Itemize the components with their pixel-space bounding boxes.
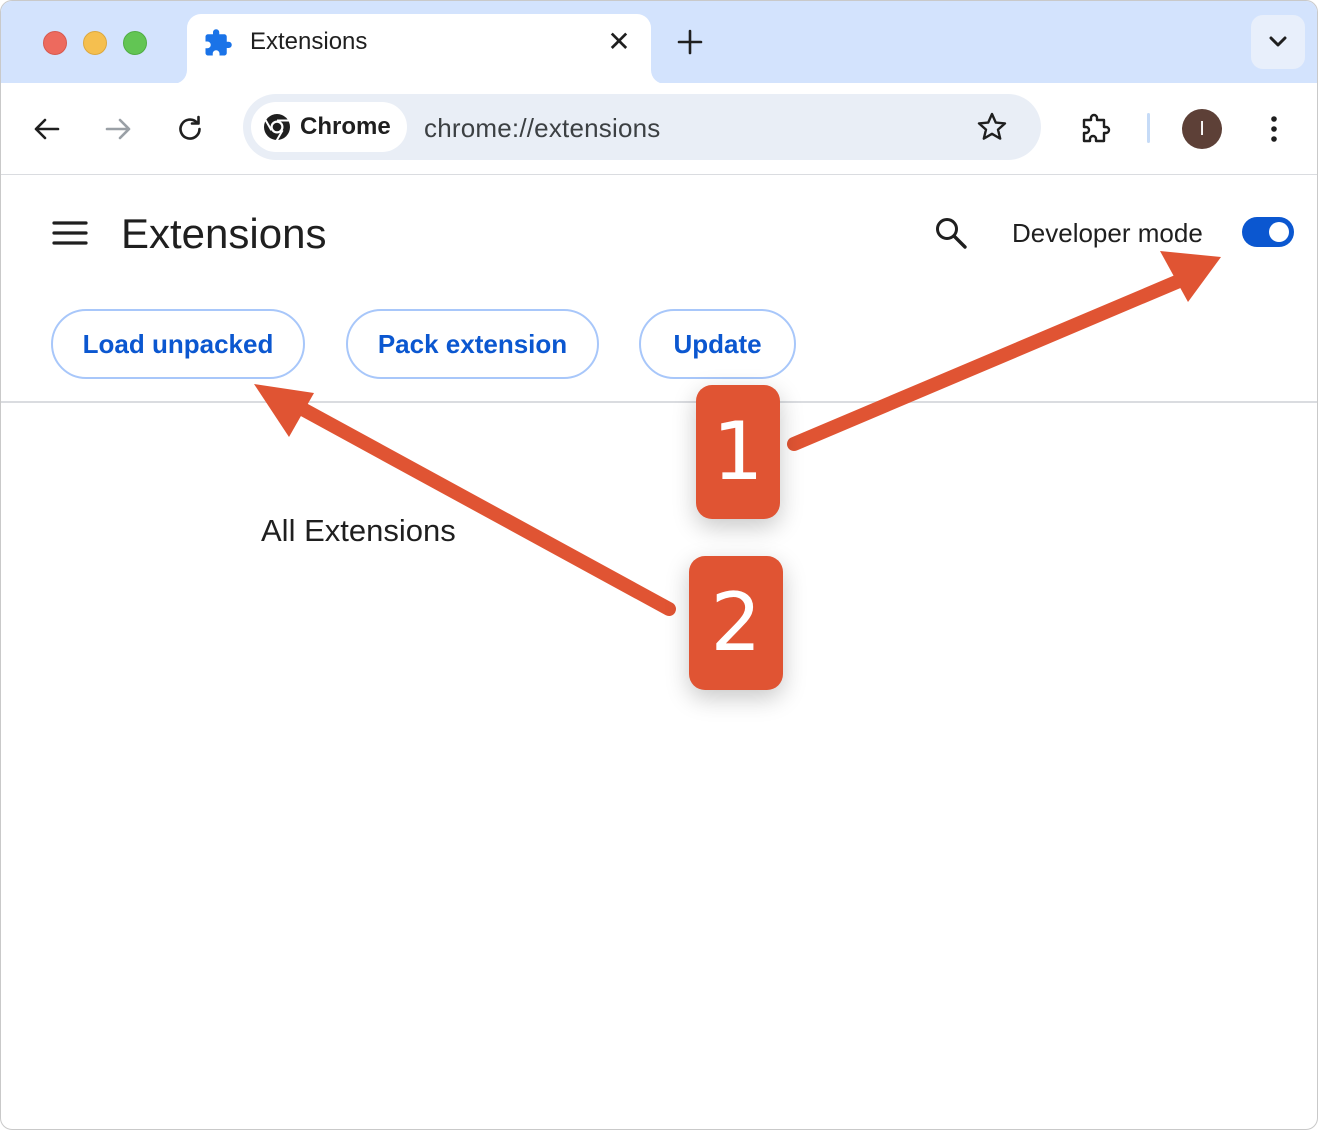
kebab-menu-icon[interactable] — [1254, 109, 1294, 149]
site-info-chip[interactable]: Chrome — [251, 102, 407, 152]
extensions-puzzle-icon[interactable] — [1076, 109, 1116, 149]
profile-avatar[interactable]: I — [1182, 109, 1222, 149]
arrow-to-load-unpacked — [254, 384, 676, 616]
minimize-window-button[interactable] — [83, 31, 107, 55]
zoom-window-button[interactable] — [123, 31, 147, 55]
browser-toolbar: Chrome chrome://extensions I — [1, 83, 1317, 175]
chip-label: Chrome — [300, 113, 391, 140]
back-arrow-icon[interactable] — [27, 109, 67, 149]
toolbar-divider — [1147, 113, 1150, 143]
tab-close-icon[interactable]: ✕ — [605, 28, 633, 56]
forward-arrow-icon[interactable] — [98, 109, 138, 149]
chevron-down-icon — [1269, 36, 1287, 47]
tab-title: Extensions — [250, 28, 368, 55]
browser-window: Extensions ✕ Chrome chrome://extensions … — [0, 0, 1318, 1130]
reload-icon[interactable] — [170, 109, 210, 149]
search-icon[interactable] — [933, 215, 969, 251]
tab-strip: Extensions ✕ — [1, 1, 1317, 84]
toolbar-separator — [1, 401, 1317, 403]
update-button[interactable]: Update — [639, 309, 796, 379]
annotation-badge-2: 2 — [689, 556, 783, 690]
hamburger-menu-icon[interactable] — [51, 217, 89, 249]
arrow-to-developer-mode — [787, 251, 1221, 451]
toggle-knob — [1269, 222, 1289, 242]
bookmark-star-icon[interactable] — [975, 110, 1009, 144]
address-bar[interactable]: Chrome chrome://extensions — [243, 94, 1041, 160]
url-text[interactable]: chrome://extensions — [424, 113, 660, 143]
load-unpacked-button[interactable]: Load unpacked — [51, 309, 305, 379]
developer-mode-label: Developer mode — [1012, 218, 1203, 248]
pack-extension-button[interactable]: Pack extension — [346, 309, 599, 379]
annotation-badge-1: 1 — [696, 385, 780, 519]
section-title: All Extensions — [261, 513, 456, 548]
new-tab-icon[interactable] — [675, 27, 705, 57]
developer-mode-toggle[interactable] — [1242, 217, 1294, 247]
tab-extensions[interactable]: Extensions ✕ — [187, 14, 651, 84]
puzzle-icon — [205, 29, 232, 56]
chrome-logo-icon — [264, 114, 290, 141]
close-window-button[interactable] — [43, 31, 67, 55]
page-title: Extensions — [121, 210, 327, 257]
tab-search-button[interactable] — [1251, 15, 1305, 69]
